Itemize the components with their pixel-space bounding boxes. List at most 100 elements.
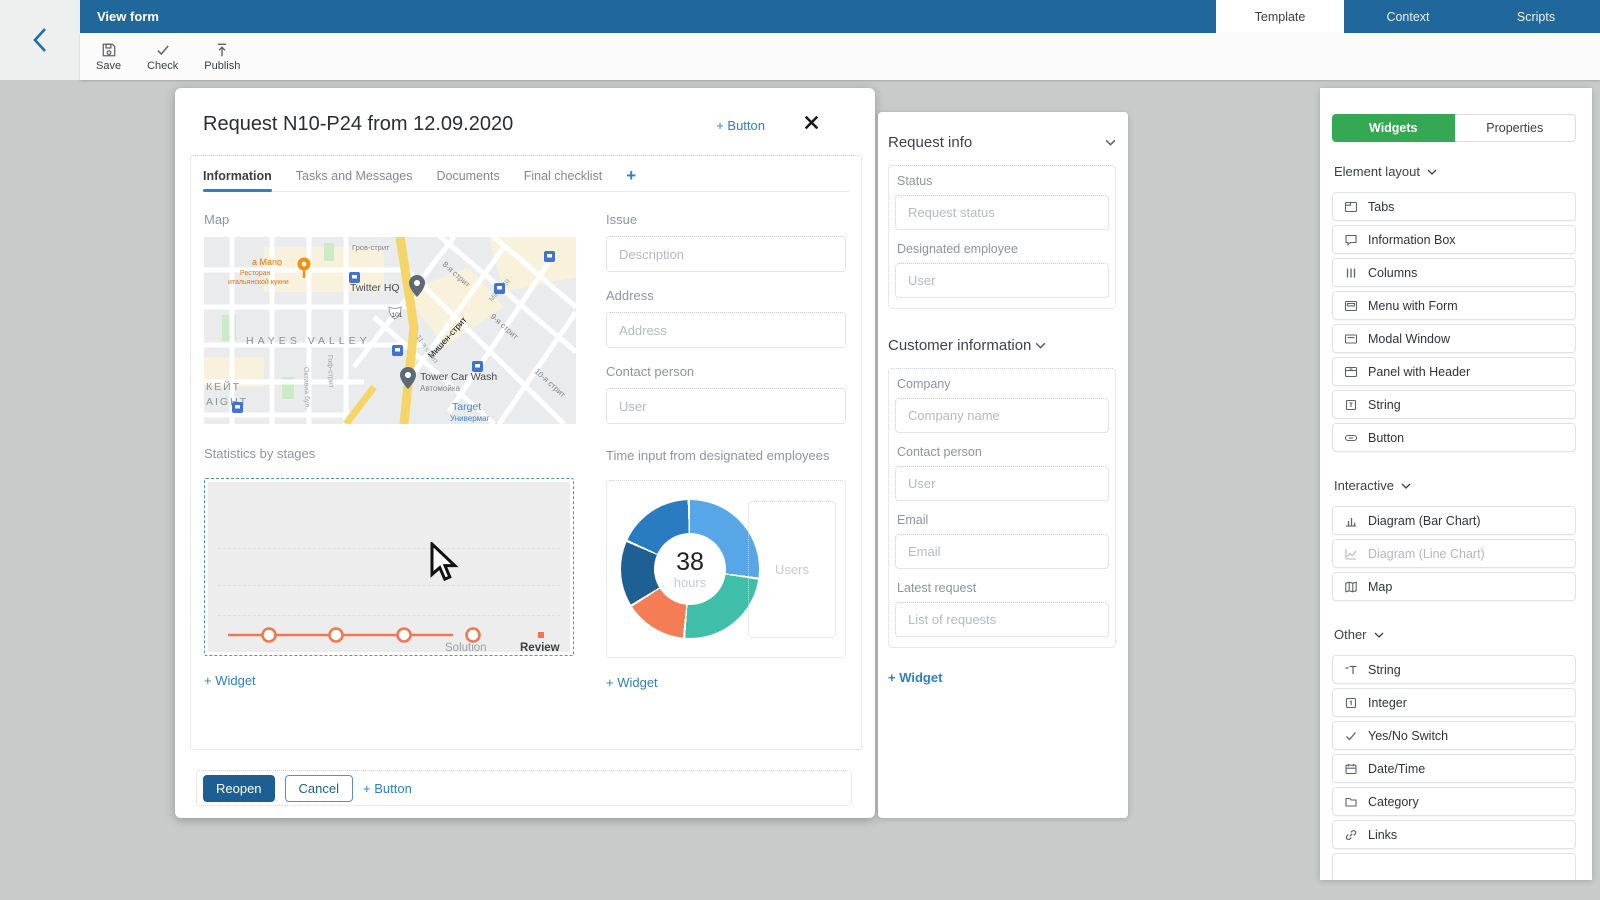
map-widget[interactable]: Гров-стрит 8-я стрит 9-я стрит 10-я стри… [204, 237, 576, 424]
tab-properties[interactable]: Properties [1455, 114, 1577, 142]
close-icon[interactable] [803, 114, 823, 134]
widget-item-category[interactable]: Category [1332, 787, 1576, 816]
datetime-icon [1344, 762, 1358, 776]
tab-documents[interactable]: Documents [436, 169, 499, 192]
tab-tasks-and-messages[interactable]: Tasks and Messages [296, 169, 413, 192]
widget-item-diagram-bar[interactable]: Diagram (Bar Chart) [1332, 506, 1576, 535]
publish-button[interactable]: Publish [204, 42, 240, 72]
widget-item-string[interactable]: String [1332, 655, 1576, 684]
add-footer-button-link[interactable]: + Button [363, 781, 412, 796]
issue-field-group: Issue Description [606, 212, 846, 272]
title-bar: View form Template Context Scripts [80, 0, 1600, 33]
address-input[interactable]: Address [606, 312, 846, 348]
widget-item-menu-with-form[interactable]: Menu with Form [1332, 291, 1576, 320]
save-icon [101, 42, 117, 58]
widget-item-information-box[interactable]: Information Box [1332, 225, 1576, 254]
donut-value: 38 [676, 548, 704, 577]
widget-item-integer[interactable]: Integer [1332, 688, 1576, 717]
widget-item-yes-no-switch[interactable]: Yes/No Switch [1332, 721, 1576, 750]
status-label: Status [897, 174, 1109, 188]
map-restaurant-label: a Mano [252, 257, 282, 267]
widget-item-map[interactable]: Map [1332, 572, 1576, 601]
widget-item-string-layout[interactable]: String [1332, 390, 1576, 419]
add-header-button[interactable]: + Button [716, 118, 765, 133]
customer-info-header[interactable]: Customer information [888, 337, 1116, 354]
request-info-header[interactable]: Request info [888, 134, 1116, 151]
section-element-layout[interactable]: Element layout [1334, 164, 1576, 179]
issue-label: Issue [606, 212, 846, 227]
issue-input[interactable]: Description [606, 236, 846, 272]
map-street-octavia: Октавиа бул. [302, 367, 311, 410]
statistics-label: Statistics by stages [204, 446, 576, 461]
statistics-chart-widget[interactable]: Solution Review [204, 478, 574, 656]
donut-chart: 38 hours [621, 500, 759, 638]
tab-information[interactable]: Information [203, 169, 272, 192]
add-widget-right-link[interactable]: + Widget [606, 675, 846, 690]
reopen-button[interactable]: Reopen [203, 775, 275, 802]
panel-contact-person-field-group: Contact person User [895, 445, 1109, 501]
panel-add-widget-link[interactable]: + Widget [888, 670, 1116, 685]
tab-widgets[interactable]: Widgets [1332, 114, 1455, 142]
right-column: Issue Description Address Address Contac… [606, 212, 846, 690]
contact-person-input[interactable]: User [606, 388, 846, 424]
time-input-chart-widget[interactable]: 38 hours Users [606, 480, 846, 658]
map-target-label: Target [452, 401, 481, 413]
email-input[interactable]: Email [895, 534, 1109, 569]
button-icon [1344, 431, 1358, 445]
sidebar-tabs: Widgets Properties [1332, 114, 1576, 142]
contact-person-field-group: Contact person User [606, 364, 846, 424]
integer-icon [1344, 696, 1358, 710]
tab-final-checklist[interactable]: Final checklist [524, 169, 603, 192]
add-tab-icon[interactable]: + [626, 166, 636, 186]
stage-label-solution: Solution [445, 642, 487, 654]
stage-line-chart [208, 482, 572, 654]
columns-icon [1344, 266, 1358, 280]
widget-item-columns[interactable]: Columns [1332, 258, 1576, 287]
cancel-button[interactable]: Cancel [285, 775, 353, 802]
designated-employee-input[interactable]: User [895, 263, 1109, 298]
company-input[interactable]: Company name [895, 398, 1109, 433]
chevron-down-icon [1105, 139, 1116, 146]
toolbar: Save Check Publish [80, 33, 1600, 80]
links-icon [1344, 828, 1358, 842]
widget-item-empty [1332, 853, 1576, 880]
save-button[interactable]: Save [96, 42, 121, 72]
tab-scripts[interactable]: Scripts [1472, 0, 1600, 33]
tab-context[interactable]: Context [1344, 0, 1472, 33]
panel-with-header-icon [1344, 365, 1358, 379]
tabs-icon [1344, 200, 1358, 214]
section-interactive[interactable]: Interactive [1334, 478, 1576, 493]
string-text-icon [1344, 663, 1358, 677]
map-street-gough: Гоф-стрит [326, 355, 334, 389]
chevron-down-icon [1374, 632, 1384, 638]
section-other[interactable]: Other [1334, 627, 1576, 642]
widget-item-button[interactable]: Button [1332, 423, 1576, 452]
check-button[interactable]: Check [147, 42, 178, 72]
widget-item-tabs[interactable]: Tabs [1332, 192, 1576, 221]
donut-unit: hours [674, 575, 707, 590]
latest-request-input[interactable]: List of requests [895, 602, 1109, 637]
map-label: Map [204, 212, 576, 227]
tab-template[interactable]: Template [1216, 0, 1344, 33]
widget-item-links[interactable]: Links [1332, 820, 1576, 849]
map-restaurant-sub2: итальянской кухни [228, 278, 289, 286]
stage-label-review: Review [520, 642, 560, 654]
status-field-group: Status Request status [895, 174, 1109, 230]
category-icon [1344, 795, 1358, 809]
donut-legend-placeholder[interactable]: Users [748, 501, 836, 638]
editor-tabs: Template Context Scripts [1216, 0, 1600, 33]
map-district1: КЕЙТ [206, 380, 241, 393]
back-icon[interactable] [29, 25, 51, 55]
latest-request-field-group: Latest request List of requests [895, 581, 1109, 637]
map-icon [1344, 580, 1358, 594]
widget-item-panel-with-header[interactable]: Panel with Header [1332, 357, 1576, 386]
widget-item-datetime[interactable]: Date/Time [1332, 754, 1576, 783]
status-input[interactable]: Request status [895, 195, 1109, 230]
highway-shield-icon: 101 [389, 307, 403, 319]
widget-item-diagram-line[interactable]: Diagram (Line Chart) [1332, 539, 1576, 568]
add-widget-left-link[interactable]: + Widget [204, 673, 576, 688]
back-strip [0, 0, 80, 80]
widget-item-modal-window[interactable]: Modal Window [1332, 324, 1576, 353]
request-info-group: Status Request status Designated employe… [888, 165, 1116, 309]
panel-contact-person-input[interactable]: User [895, 466, 1109, 501]
